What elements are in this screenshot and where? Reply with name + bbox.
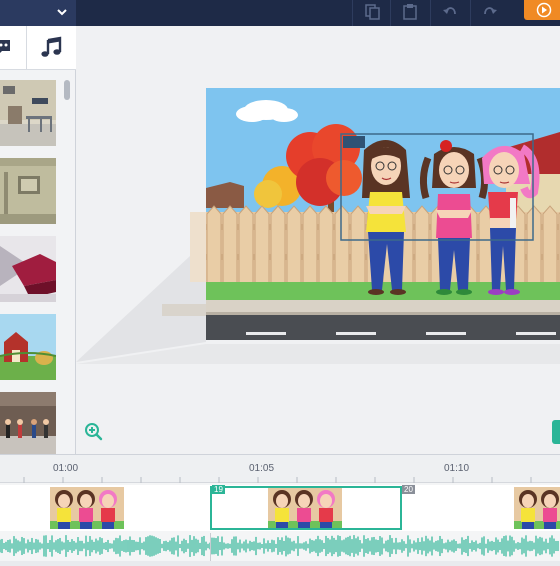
- scene-clip[interactable]: [514, 487, 560, 529]
- timeline-ruler[interactable]: 01:00 01:05 01:10: [0, 455, 560, 483]
- library-scrollbar[interactable]: [64, 80, 72, 450]
- copy-icon: [365, 4, 380, 20]
- scene-clip[interactable]: [50, 487, 124, 529]
- library-scrollbar-thumb[interactable]: [64, 80, 70, 100]
- scene-dropdown[interactable]: [0, 0, 76, 26]
- playhead-line: [210, 533, 211, 561]
- scene-start-badge: 19: [212, 485, 225, 494]
- scene-thumbnail: [50, 487, 124, 529]
- thumbnail-farm-barn[interactable]: [0, 314, 56, 384]
- undo-button[interactable]: [430, 0, 468, 26]
- chevron-down-icon: [57, 9, 67, 16]
- top-toolbar: [0, 0, 560, 26]
- paste-icon: [403, 4, 417, 20]
- audio-waveform: [0, 535, 559, 557]
- scene-thumbnail: [514, 487, 560, 529]
- redo-icon: [484, 7, 497, 15]
- zoom-in-icon[interactable]: [84, 422, 104, 442]
- tick-label: 01:10: [444, 463, 470, 474]
- scene-canvas[interactable]: [206, 88, 560, 340]
- music-note-icon: [41, 36, 62, 57]
- tick-label: 01:05: [249, 463, 275, 474]
- tab-music[interactable]: [26, 26, 76, 70]
- redo-button[interactable]: [470, 0, 508, 26]
- thumbnail-school-hallway[interactable]: [0, 392, 56, 462]
- library-tabs: [0, 26, 76, 70]
- audio-track[interactable]: [0, 531, 560, 561]
- paste-button[interactable]: [390, 0, 428, 26]
- camera-icon[interactable]: [343, 136, 365, 148]
- play-icon: [536, 2, 552, 18]
- scene-track: 19 20: [0, 485, 560, 531]
- thumbnail-room-interior[interactable]: [0, 158, 56, 228]
- scene-illustration: [206, 88, 560, 340]
- speech-bubble-icon: [0, 40, 10, 53]
- thumbnail-office-lobby[interactable]: [0, 80, 56, 150]
- selected-scene-frame[interactable]: [210, 486, 402, 530]
- asset-library-panel: [0, 26, 76, 462]
- stage-area: [76, 26, 560, 454]
- copy-button[interactable]: [352, 0, 390, 26]
- panel-toggle-tab[interactable]: [552, 420, 560, 444]
- thumbnail-modern-room[interactable]: [0, 236, 56, 306]
- preview-button[interactable]: [524, 0, 560, 20]
- tick-label: 01:00: [53, 463, 79, 474]
- undo-icon: [443, 7, 456, 15]
- ruler-ticks: [23, 477, 532, 483]
- timeline: 01:00 01:05 01:10 19 20: [0, 454, 560, 561]
- scene-end-badge: 20: [402, 485, 415, 494]
- tab-dialogue[interactable]: [0, 26, 22, 70]
